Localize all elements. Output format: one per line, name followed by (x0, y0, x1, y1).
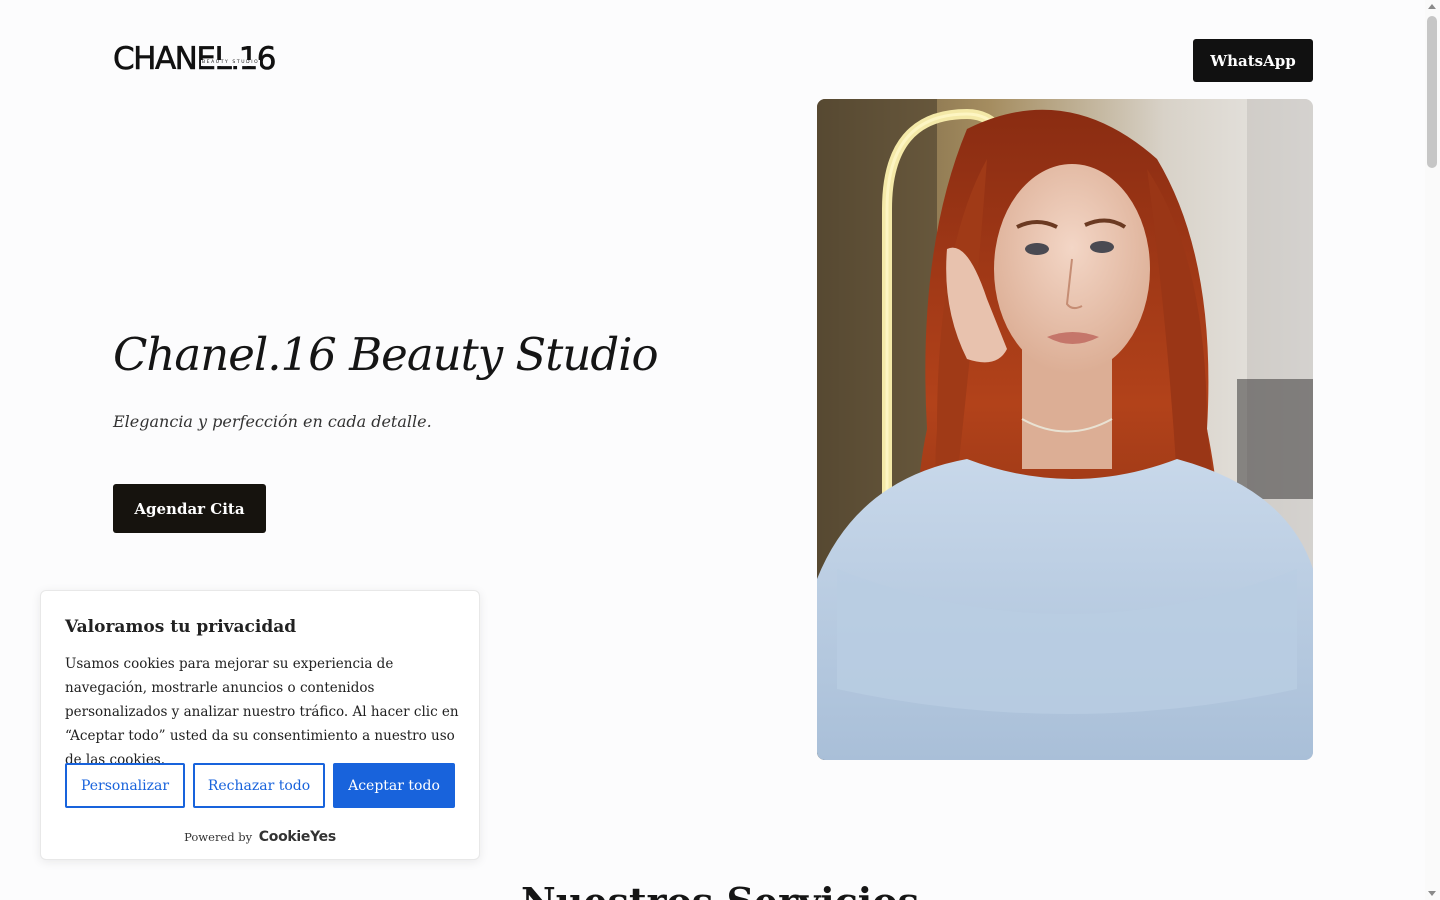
logo[interactable]: CHANEL.16 BEAUTY STUDIO (113, 40, 303, 80)
logo-subtext: BEAUTY STUDIO (201, 60, 261, 66)
scroll-down-arrow-icon[interactable] (1428, 891, 1436, 896)
cookie-consent-banner: Valoramos tu privacidad Usamos cookies p… (40, 590, 480, 860)
cookie-banner-text: Usamos cookies para mejorar su experienc… (65, 656, 459, 768)
customize-cookies-button[interactable]: Personalizar (65, 763, 185, 808)
whatsapp-button[interactable]: WhatsApp (1193, 39, 1313, 82)
powered-by-label: Powered by (184, 830, 253, 844)
hero-title: Chanel.16 Beauty Studio (113, 328, 659, 381)
portrait-photo-icon (817, 99, 1313, 760)
page-scrollbar[interactable] (1425, 0, 1440, 900)
logo-text: CHANEL.16 (113, 41, 277, 78)
hero-subtitle: Elegancia y perfección en cada detalle. (113, 412, 432, 431)
landing-page: CHANEL.16 BEAUTY STUDIO WhatsApp Chanel.… (0, 0, 1440, 900)
scroll-up-arrow-icon[interactable] (1428, 4, 1436, 9)
powered-by: Powered by CookieYes (41, 829, 479, 845)
scroll-thumb[interactable] (1427, 16, 1437, 168)
reject-all-cookies-button[interactable]: Rechazar todo (193, 763, 325, 808)
hero-portrait-image (817, 99, 1313, 760)
services-heading: Nuestros Servicios (0, 880, 1440, 900)
cookieyes-logo[interactable]: CookieYes (259, 829, 336, 845)
cookie-banner-title: Valoramos tu privacidad (65, 617, 297, 637)
book-appointment-button[interactable]: Agendar Cita (113, 484, 266, 533)
accept-all-cookies-button[interactable]: Aceptar todo (333, 763, 455, 808)
